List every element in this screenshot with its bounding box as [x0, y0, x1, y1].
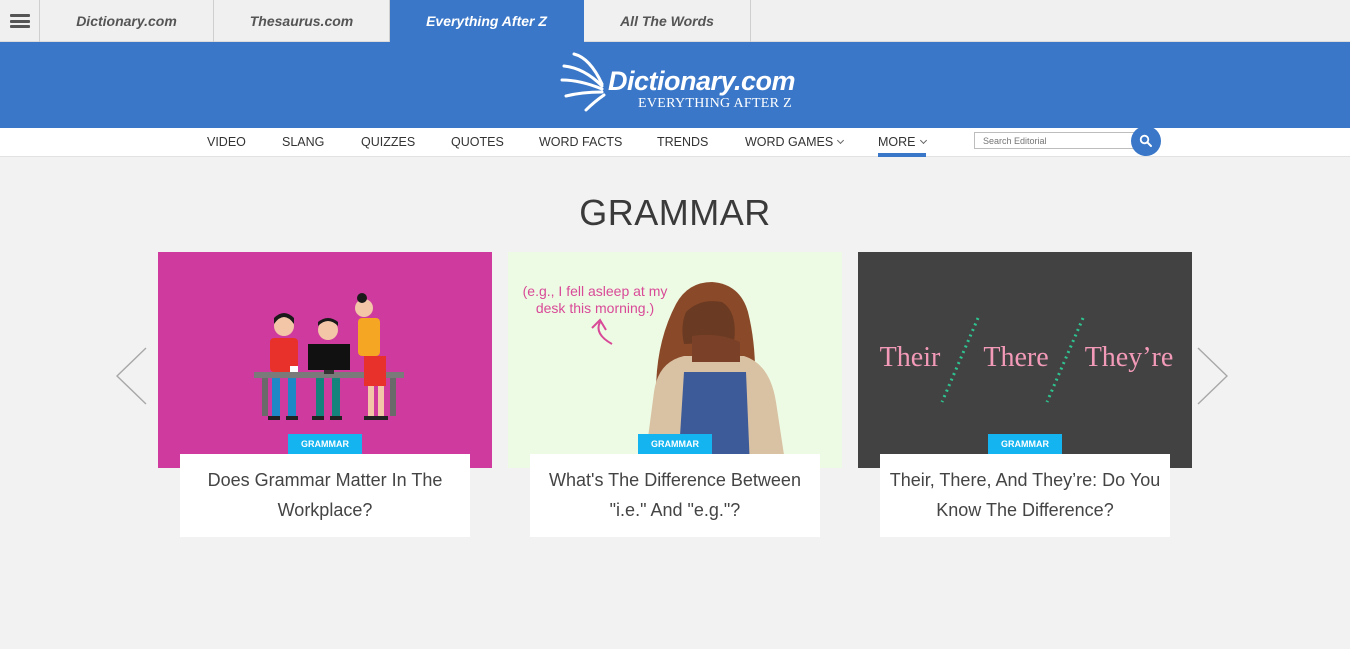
nav-quotes[interactable]: QUOTES	[451, 128, 504, 157]
site-logo[interactable]: Dictionary.com EVERYTHING AFTER Z	[560, 50, 800, 118]
article-title[interactable]: Their, There, And They’re: Do You Know T…	[880, 454, 1170, 537]
category-badge[interactable]: GRAMMAR	[988, 434, 1062, 454]
nav-video[interactable]: VIDEO	[207, 128, 246, 157]
search-input[interactable]	[974, 132, 1138, 149]
carousel-prev-arrow-icon[interactable]	[112, 346, 152, 406]
image-caption-line-2: desk this morning.)	[536, 300, 654, 316]
nav-more[interactable]: MORE	[878, 128, 927, 157]
nav-word-facts[interactable]: WORD FACTS	[539, 128, 622, 157]
menu-icon[interactable]	[0, 0, 40, 42]
category-badge[interactable]: GRAMMAR	[638, 434, 712, 454]
tab-all-the-words[interactable]: All The Words	[584, 0, 751, 42]
tab-dictionary[interactable]: Dictionary.com	[40, 0, 214, 42]
search-icon	[1139, 134, 1152, 147]
tab-everything-after-z[interactable]: Everything After Z	[390, 0, 584, 42]
site-switcher-bar: Dictionary.com Thesaurus.com Everything …	[0, 0, 1350, 42]
image-word-3: They’re	[1085, 342, 1174, 373]
editorial-nav: VIDEO SLANG QUIZZES QUOTES WORD FACTS TR…	[0, 126, 1350, 157]
image-word-2: There	[983, 342, 1048, 373]
page-title: GRAMMAR	[579, 192, 771, 233]
image-word-1: Their	[880, 342, 941, 373]
article-title[interactable]: Does Grammar Matter In The Workplace?	[180, 454, 470, 537]
nav-slang[interactable]: SLANG	[282, 128, 324, 157]
carousel-next-arrow-icon[interactable]	[1196, 346, 1236, 406]
nav-word-games[interactable]: WORD GAMES	[745, 128, 845, 157]
nav-quizzes[interactable]: QUIZZES	[361, 128, 415, 157]
tab-thesaurus[interactable]: Thesaurus.com	[214, 0, 390, 42]
search-button[interactable]	[1131, 126, 1161, 156]
logo-tagline: EVERYTHING AFTER Z	[638, 96, 792, 111]
nav-trends[interactable]: TRENDS	[657, 128, 708, 157]
image-caption-line-1: (e.g., I fell asleep at my	[523, 283, 668, 299]
chevron-down-icon	[919, 136, 927, 145]
article-title[interactable]: What's The Difference Between "i.e." And…	[530, 454, 820, 537]
site-header: Dictionary.com EVERYTHING AFTER Z	[0, 42, 1350, 128]
category-badge[interactable]: GRAMMAR	[288, 434, 362, 454]
chevron-down-icon	[837, 136, 845, 145]
logo-wordmark: Dictionary.com	[608, 66, 796, 96]
